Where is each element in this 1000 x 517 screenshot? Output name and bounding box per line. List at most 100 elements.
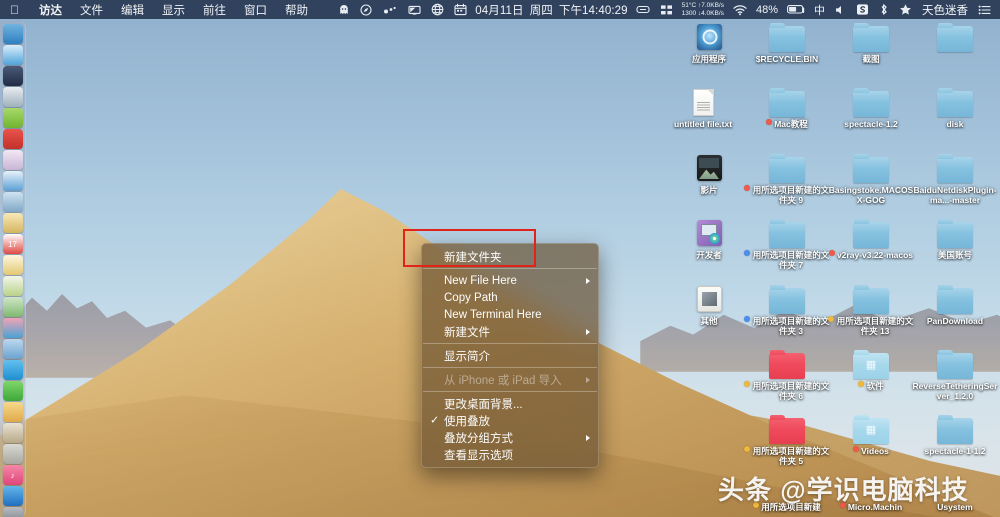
system-stats-widget[interactable]: 51°C ↑7.0KB/s 1300 ↓4.0KB/s [678, 2, 728, 17]
desktop-icon[interactable]: v2ray-v3.22-macos [828, 218, 914, 260]
desktop-icon[interactable]: ▦ Videos [828, 414, 914, 456]
dock-item-compass-app[interactable] [2, 171, 23, 191]
display-icon[interactable] [403, 0, 426, 19]
battery-percentage[interactable]: 48% [752, 4, 782, 16]
ghost-icon[interactable] [333, 0, 355, 19]
menu-bar-item-1[interactable]: 文件 [71, 5, 112, 17]
dock-item-color-wheel[interactable] [2, 318, 23, 338]
dock-item-sketch[interactable] [2, 402, 23, 422]
desktop-icon[interactable]: 其他 [666, 284, 752, 326]
apple-logo-icon[interactable]:  [5, 4, 30, 16]
star-icon[interactable] [894, 0, 917, 19]
desktop-icon[interactable]: 用所选项目新建的文件夹 7 [744, 218, 830, 270]
desktop-icon[interactable]: spectacle-1.2 [828, 87, 914, 129]
desktop-icon[interactable]: 用所选项目新建的文件夹 5 [744, 414, 830, 466]
desktop-icon-label: 截图 [862, 54, 880, 64]
desktop-icon[interactable]: PanDownload [912, 284, 998, 326]
desktop-icon[interactable]: Basingstoke.MACOSX-GOG [828, 153, 914, 205]
wifi-icon[interactable] [728, 0, 752, 19]
dock-item-qq[interactable] [2, 360, 23, 380]
context-menu-item-new-folder[interactable]: 新建文件夹 [422, 248, 598, 265]
context-menu-item-copy-path[interactable]: Copy Path [422, 289, 598, 306]
desktop-icon[interactable]: 用所选项目新建的文件夹 3 [744, 284, 830, 336]
control-center-icon[interactable] [973, 0, 996, 19]
context-menu-item-new-file[interactable]: 新建文件 [422, 323, 598, 340]
context-menu-item-new-file-here[interactable]: New File Here [422, 272, 598, 289]
dock-item-system-preferences[interactable] [2, 507, 23, 517]
menu-bar-item-5[interactable]: 窗口 [235, 5, 276, 17]
desktop-icon[interactable]: BaiduNetdiskPlugin-ma...-master [912, 153, 998, 205]
dock-item-photos[interactable] [2, 192, 23, 212]
desktop-icon[interactable]: 影片 [666, 153, 752, 195]
context-menu-item-show-view-options[interactable]: 查看显示选项 [422, 446, 598, 463]
finder-tag-dot-icon [744, 316, 750, 322]
desktop-icon-label: 应用程序 [691, 54, 726, 64]
desktop-icon[interactable]: spectacle-1-1.2 [912, 414, 998, 456]
desktop-icon[interactable] [912, 22, 998, 54]
input-method-indicator[interactable]: 中 [810, 2, 829, 18]
calendar-icon[interactable] [449, 0, 472, 19]
sogou-icon[interactable] [851, 0, 874, 19]
trackpad-icon[interactable] [631, 0, 655, 19]
desktop-icon[interactable]: disk [912, 87, 998, 129]
context-menu-item-label: 新建文件 [444, 326, 490, 339]
mission-control-icon[interactable] [655, 0, 678, 19]
context-menu-item-get-info[interactable]: 显示简介 [422, 347, 598, 364]
desktop-icon[interactable]: 截图 [828, 22, 914, 64]
desktop-icon-label-row: BaiduNetdiskPlugin-ma...-master [912, 183, 998, 205]
current-user-label[interactable]: 天色迷香 [917, 2, 973, 18]
dock-item-calendar[interactable]: 17 [2, 234, 23, 254]
volume-icon[interactable] [829, 0, 851, 19]
desktop-icon[interactable]: 美国账号 [912, 218, 998, 260]
desktop-icon-label: 用所选项目新建的文件夹 6 [752, 381, 830, 401]
dock-item-charts-app[interactable] [2, 423, 23, 443]
context-menu-item-group-stacks-by[interactable]: 叠放分组方式 [422, 429, 598, 446]
dock-item-finder[interactable] [2, 24, 23, 44]
desktop-icon[interactable]: ▦ 软件 [828, 349, 914, 391]
battery-icon[interactable] [782, 0, 810, 19]
desktop-icon[interactable]: 应用程序 [666, 22, 752, 64]
context-menu-item-label: 从 iPhone 或 iPad 导入 [444, 374, 562, 387]
menu-bar-weekday[interactable]: 周四 [527, 2, 556, 18]
cpu-temp: 51°C [681, 2, 697, 9]
bluetooth-icon[interactable] [874, 0, 894, 19]
dock-item-launchpad[interactable] [2, 66, 23, 86]
folder-icon [853, 284, 889, 314]
desktop-icon[interactable]: ReverseTetheringServer_1.2.0 [912, 349, 998, 401]
dock-item-safari[interactable] [2, 45, 23, 65]
desktop-icon[interactable]: 用所选项目新建的文件夹 13 [828, 284, 914, 336]
context-menu-item-change-desktop-background[interactable]: 更改桌面背景... [422, 395, 598, 412]
menu-bar-item-0[interactable]: 访达 [30, 5, 71, 17]
menu-bar-date[interactable]: 04月11日 [472, 2, 526, 18]
dots-icon[interactable] [377, 0, 403, 19]
menu-bar-item-6[interactable]: 帮助 [276, 5, 317, 17]
globe-icon[interactable] [426, 0, 449, 19]
desktop-icon[interactable]: 用所选项目新建的文件夹 9 [744, 153, 830, 205]
dock-item-android-studio[interactable] [2, 108, 23, 128]
dock-item-wechat[interactable] [2, 381, 23, 401]
dock-item-pages[interactable] [2, 255, 23, 275]
dock-item-music[interactable]: ♪ [2, 465, 23, 485]
dock-item-app-store[interactable] [2, 129, 23, 149]
compass-icon[interactable] [355, 0, 377, 19]
desktop-icon-image [685, 87, 721, 117]
dock-item-mail[interactable] [2, 87, 23, 107]
dock-item-contacts[interactable] [2, 150, 23, 170]
dock-item-numbers[interactable] [2, 276, 23, 296]
dock-item-notes[interactable] [2, 213, 23, 233]
dock-item-preview[interactable] [2, 339, 23, 359]
desktop-icon[interactable]: $RECYCLE.BIN [744, 22, 830, 64]
menu-bar-time[interactable]: 下午14:40:29 [556, 2, 631, 18]
dock-item-maps[interactable] [2, 297, 23, 317]
menu-bar-item-2[interactable]: 编辑 [112, 5, 153, 17]
menu-bar-item-4[interactable]: 前往 [194, 5, 235, 17]
menu-bar-item-3[interactable]: 显示 [153, 5, 194, 17]
dock-item-terminal-light[interactable] [2, 444, 23, 464]
desktop-icon[interactable]: 用所选项目新建的文件夹 6 [744, 349, 830, 401]
context-menu-item-new-terminal-here[interactable]: New Terminal Here [422, 306, 598, 323]
desktop-icon[interactable]: Mac教程 [744, 87, 830, 129]
dock-item-app-store-2[interactable] [2, 486, 23, 506]
desktop-icon[interactable]: untitled file.txt [660, 87, 746, 129]
context-menu-item-use-stacks[interactable]: ✓ 使用叠放 [422, 412, 598, 429]
desktop-icon[interactable]: 开发者 [666, 218, 752, 260]
